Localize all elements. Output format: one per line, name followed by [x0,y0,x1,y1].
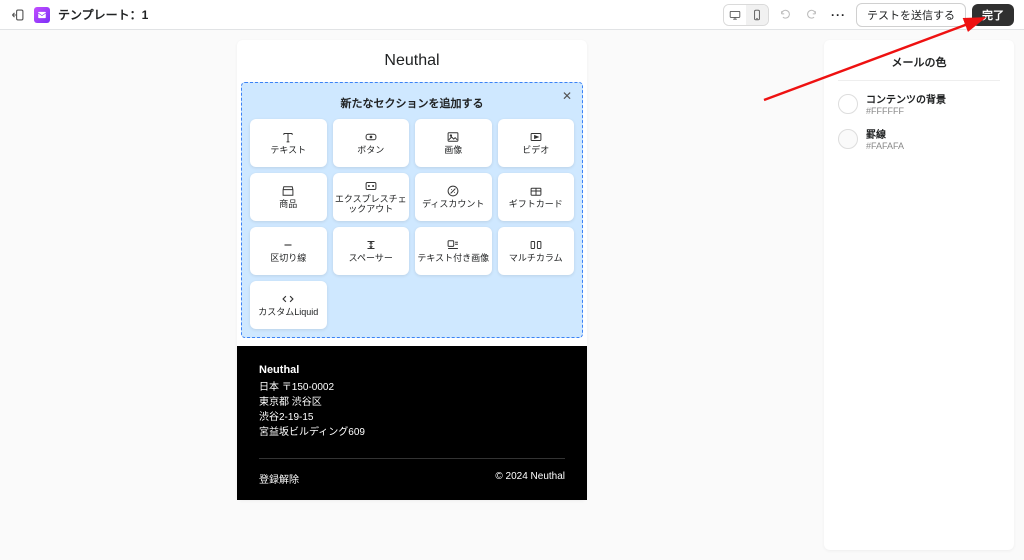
app-icon [34,7,50,23]
color-row-content-bg[interactable]: コンテンツの背景 #FFFFFF [838,91,1000,116]
text-icon [281,130,295,144]
spacer-icon [364,238,378,252]
done-button[interactable]: 完了 [972,4,1014,26]
product-icon [281,184,295,198]
tile-divider[interactable]: 区切り線 [250,227,327,275]
footer-address-line: 東京都 渋谷区 [259,395,565,410]
sidebar-panel: メールの色 コンテンツの背景 #FFFFFF 罫線 #FAFAFA [824,40,1014,550]
more-menu-button[interactable]: ··· [827,8,850,22]
undo-button[interactable] [775,5,795,25]
desktop-view-button[interactable] [724,5,746,25]
tile-button[interactable]: ボタン [333,119,410,167]
send-test-button[interactable]: テストを送信する [856,3,966,27]
footer-address-line: 宮益坂ビルディング609 [259,425,565,440]
tile-custom-liquid[interactable]: カスタムLiquid [250,281,327,329]
picker-close-button[interactable]: ✕ [562,89,572,103]
tile-text[interactable]: テキスト [250,119,327,167]
picker-title: 新たなセクションを追加する [250,91,574,119]
tile-video[interactable]: ビデオ [498,119,575,167]
exit-button[interactable] [10,7,26,23]
multicolumn-icon [529,238,543,252]
tile-image[interactable]: 画像 [415,119,492,167]
footer-address-line: 日本 〒150-0002 [259,380,565,395]
section-picker: ✕ 新たなセクションを追加する テキスト ボタン 画 [241,82,583,338]
color-swatch [838,129,858,149]
topbar: テンプレート：1 ··· テストを送信する 完了 [0,0,1024,30]
sidebar-title: メールの色 [838,54,1000,70]
device-toggle [723,4,769,26]
button-icon [364,130,378,144]
tile-spacer[interactable]: スペーサー [333,227,410,275]
email-canvas: Neuthal ✕ 新たなセクションを追加する テキスト ボタン [237,40,587,500]
tile-multicolumn[interactable]: マルチカラム [498,227,575,275]
express-checkout-icon [364,179,378,193]
gift-card-icon [529,184,543,198]
image-icon [446,130,460,144]
unsubscribe-link[interactable]: 登録解除 [259,471,299,486]
code-icon [281,292,295,306]
footer-address-line: 渋谷2-19-15 [259,410,565,425]
discount-icon [446,184,460,198]
sidebar-divider [838,80,1000,81]
tile-discount[interactable]: ディスカウント [415,173,492,221]
tile-image-with-text[interactable]: テキスト付き画像 [415,227,492,275]
tile-express-checkout[interactable]: エクスプレスチェックアウト [333,173,410,221]
tile-product[interactable]: 商品 [250,173,327,221]
footer-brand: Neuthal [259,364,565,376]
tile-gift-card[interactable]: ギフトカード [498,173,575,221]
mobile-view-button[interactable] [746,5,768,25]
color-row-border[interactable]: 罫線 #FAFAFA [838,126,1000,151]
redo-button[interactable] [801,5,821,25]
footer-copyright: © 2024 Neuthal [495,471,565,486]
canvas-area: Neuthal ✕ 新たなセクションを追加する テキスト ボタン [10,40,814,550]
footer-divider [259,458,565,459]
email-footer: Neuthal 日本 〒150-0002 東京都 渋谷区 渋谷2-19-15 宮… [237,346,587,500]
page-title: テンプレート：1 [58,6,148,23]
email-brand-heading: Neuthal [237,40,587,82]
divider-icon [281,238,295,252]
video-icon [529,130,543,144]
color-swatch [838,94,858,114]
image-with-text-icon [446,238,460,252]
